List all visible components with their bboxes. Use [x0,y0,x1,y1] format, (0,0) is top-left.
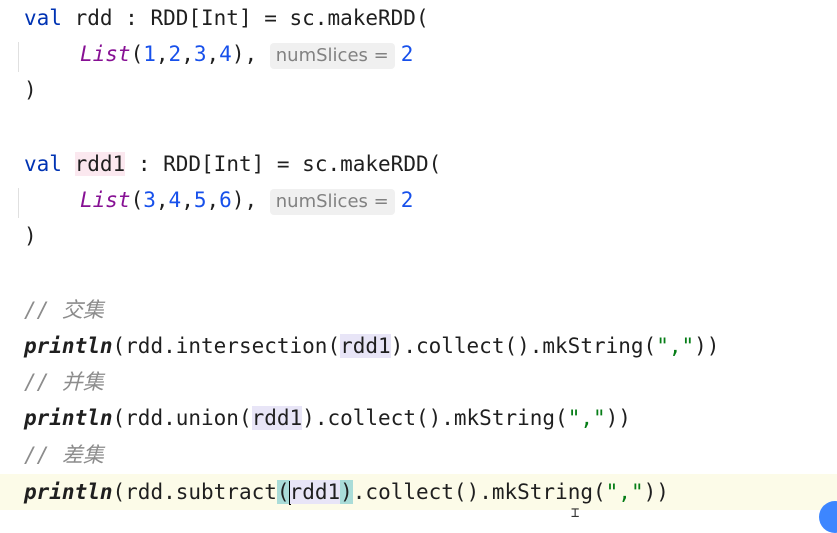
function-println: println [24,406,113,430]
code-line-subtract-current[interactable]: println(rdd.subtract(rdd1).collect().mkS… [0,474,837,510]
keyword-val: val [24,152,62,176]
reference-rdd1: rdd1 [251,406,303,430]
closing-parens: )) [643,480,669,504]
number: 5 [193,188,207,212]
code-line-intersection[interactable]: println(rdd.intersection(rdd1).collect()… [24,328,719,364]
code-line-2[interactable]: List(1,2,3,4), numSlices = 2 [80,36,413,72]
string-literal: "," [605,480,644,504]
number: 2 [400,188,414,212]
paren: ( [130,188,144,212]
string-literal: "," [656,334,695,358]
declaration-rest: : RDD[Int] = sc.makeRDD( [125,152,442,176]
comma: , [181,42,194,66]
paren: ), [231,188,270,212]
paren: ), [231,42,270,66]
function-println: println [24,334,113,358]
declaration-rdd: rdd : RDD[Int] = sc.makeRDD( [61,6,429,30]
comma: , [206,42,220,66]
parameter-hint: numSlices = [269,189,395,215]
code-line-6[interactable]: ) [24,218,37,254]
number: 4 [219,42,232,66]
function-list: List [80,188,131,212]
call-prefix: (rdd.union( [112,406,252,430]
call-prefix: (rdd.subtract [112,480,277,504]
closing-parens: )) [605,406,631,430]
number: 2 [168,42,182,66]
matched-brace-close: ) [340,480,353,504]
comma: , [206,188,220,212]
paren: ( [130,42,144,66]
function-println: println [24,480,113,504]
declaration-rdd1: rdd1 [74,152,126,176]
mouse-ibeam-icon: ⌶ [571,505,580,521]
comma: , [155,188,169,212]
call-suffix: ).collect().mkString( [390,334,657,358]
code-line-4[interactable]: val rdd1 : RDD[Int] = sc.makeRDD( [24,146,441,182]
number: 2 [400,42,414,66]
comment-intersection[interactable]: // 交集 [24,292,104,328]
code-line-5[interactable]: List(3,4,5,6), numSlices = 2 [80,182,413,218]
number: 3 [143,188,156,212]
code-line-union[interactable]: println(rdd.union(rdd1).collect().mkStri… [24,400,631,436]
code-editor[interactable]: val rdd : RDD[Int] = sc.makeRDD( List(1,… [0,0,837,533]
reference-rdd1: rdd1 [289,480,341,504]
code-line-3[interactable]: ) [24,72,37,108]
floating-action-icon[interactable] [819,501,837,533]
comma: , [181,188,194,212]
call-suffix: ).collect().mkString( [302,406,568,430]
number: 3 [193,42,207,66]
number: 4 [168,188,182,212]
indent-guide [18,188,19,218]
string-literal: "," [567,406,606,430]
function-list: List [80,42,131,66]
number: 6 [219,188,232,212]
closing-paren: ) [24,78,37,102]
reference-rdd1: rdd1 [340,334,391,358]
closing-paren: ) [24,224,37,248]
parameter-hint: numSlices = [269,43,395,69]
call-suffix: .collect().mkString( [352,480,606,504]
comment-subtract[interactable]: // 差集 [24,437,104,473]
indent-guide [18,42,19,72]
number: 1 [143,42,156,66]
closing-parens: )) [694,334,720,358]
code-line-1[interactable]: val rdd : RDD[Int] = sc.makeRDD( [24,0,429,36]
keyword-val: val [24,6,62,30]
comma: , [155,42,169,66]
call-prefix: (rdd.intersection( [112,334,341,358]
comment-union[interactable]: // 并集 [24,364,104,400]
